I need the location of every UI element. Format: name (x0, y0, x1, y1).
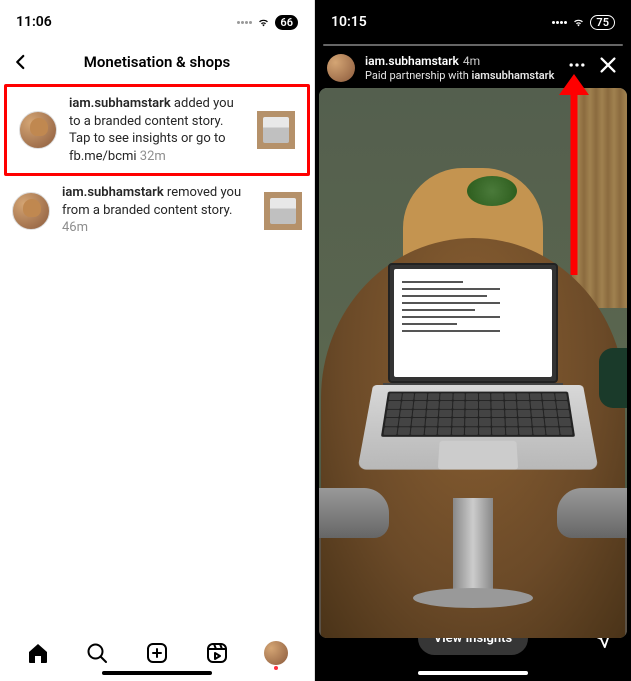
reels-icon (205, 641, 229, 665)
header: Monetisation & shops (0, 44, 314, 80)
notification-text: iam.subhamstark added you to a branded c… (69, 95, 245, 165)
home-indicator (102, 671, 212, 675)
story-username[interactable]: iam.subhamstark (365, 54, 459, 68)
story-screen: 10:15 75 iam.subhamstark 4m Paid partner… (315, 0, 631, 681)
status-icons: 66 (237, 15, 298, 30)
more-options-icon[interactable] (567, 55, 587, 75)
notification-text: iam.subhamstark removed you from a brand… (62, 184, 252, 237)
story-avatar[interactable] (327, 54, 355, 82)
plus-square-icon (145, 641, 169, 665)
battery-indicator: 75 (590, 15, 615, 30)
story-actions (567, 54, 619, 76)
notification-dot (274, 666, 278, 670)
notifications-screen: 11:06 66 Monetisation & shops iam.subham… (0, 0, 315, 681)
avatar[interactable] (12, 192, 50, 230)
avatar[interactable] (19, 111, 57, 149)
home-tab[interactable] (25, 640, 51, 666)
reels-tab[interactable] (204, 640, 230, 666)
wifi-icon (571, 16, 586, 28)
home-indicator (418, 671, 528, 675)
notification-item[interactable]: iam.subhamstark added you to a branded c… (4, 84, 310, 176)
status-bar-left: 11:06 66 (0, 0, 314, 44)
notification-thumbnail[interactable] (264, 192, 302, 230)
story-header: iam.subhamstark 4m Paid partnership with… (315, 50, 631, 96)
story-progress-bar (323, 44, 623, 46)
profile-tab[interactable] (263, 640, 289, 666)
story-time: 4m (463, 54, 480, 68)
story-meta: iam.subhamstark 4m Paid partnership with… (365, 54, 557, 82)
search-icon (85, 641, 109, 665)
status-icons: 75 (552, 15, 615, 30)
cellular-icon (237, 21, 252, 24)
status-time: 10:15 (331, 14, 367, 30)
story-subtitle: Paid partnership with iamsubhamstark (365, 69, 557, 82)
story-content-image[interactable] (319, 88, 627, 638)
close-icon[interactable] (597, 54, 619, 76)
notification-item[interactable]: iam.subhamstark removed you from a brand… (0, 176, 314, 245)
wifi-icon (256, 16, 271, 28)
back-chevron-icon[interactable] (12, 53, 30, 71)
notification-thumbnail[interactable] (257, 111, 295, 149)
search-tab[interactable] (84, 640, 110, 666)
status-time: 11:06 (16, 14, 52, 30)
battery-indicator: 66 (275, 15, 298, 30)
page-title: Monetisation & shops (84, 53, 231, 71)
cellular-icon (552, 21, 567, 24)
status-bar-right: 10:15 75 (315, 0, 631, 44)
create-tab[interactable] (144, 640, 170, 666)
home-icon (26, 641, 50, 665)
profile-avatar-icon (264, 641, 288, 665)
notification-list: iam.subhamstark added you to a branded c… (0, 80, 314, 625)
